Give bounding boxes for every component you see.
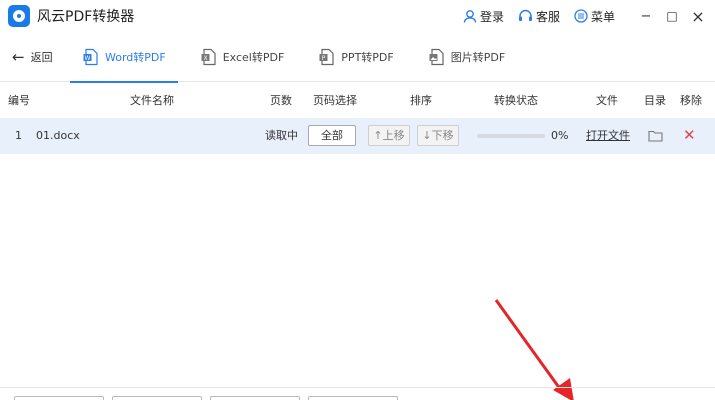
menu-label: 菜单	[590, 9, 615, 24]
back-arrow-icon: ←	[12, 47, 25, 66]
header-page-select: 页码选择	[313, 94, 357, 107]
login-label: 登录	[479, 9, 504, 24]
bottom-button[interactable]	[14, 396, 104, 400]
page-select-all-button[interactable]: 全部	[308, 125, 356, 146]
open-file-link[interactable]: 打开文件	[586, 118, 630, 154]
bottom-button[interactable]	[112, 396, 202, 400]
support-button[interactable]: 客服	[518, 8, 560, 25]
svg-text:P: P	[322, 54, 326, 61]
excel-file-icon: X	[201, 48, 216, 65]
tab-label: Excel转PDF	[222, 50, 285, 64]
close-button[interactable]: ×	[685, 0, 711, 32]
header-order: 排序	[410, 94, 432, 107]
svg-text:W: W	[85, 54, 91, 61]
minimize-button[interactable]: −	[633, 0, 659, 32]
tab-excel-to-pdf[interactable]: X Excel转PDF	[188, 32, 297, 82]
header-status: 转换状态	[494, 94, 538, 107]
word-file-icon: W	[83, 48, 98, 65]
header-pages: 页数	[270, 94, 292, 107]
user-icon	[463, 10, 477, 23]
tab-word-to-pdf[interactable]: W Word转PDF	[70, 32, 178, 83]
table-header: 编号 文件名称 页数 页码选择 排序 转换状态 文件 目录 移除	[0, 87, 715, 115]
move-down-button[interactable]: ↓下移	[417, 125, 459, 146]
move-up-button[interactable]: ↑上移	[368, 125, 410, 146]
bottom-button[interactable]	[210, 396, 300, 400]
folder-icon[interactable]	[648, 129, 663, 142]
title-bar-actions: 登录 客服 菜单 − □ ×	[463, 0, 715, 32]
support-label: 客服	[535, 9, 560, 24]
row-filename: 01.docx	[36, 129, 80, 142]
menu-icon	[574, 9, 588, 23]
maximize-button[interactable]: □	[659, 0, 685, 32]
row-pages-status: 读取中	[265, 129, 298, 142]
bottom-button[interactable]	[308, 396, 398, 400]
image-file-icon	[429, 48, 444, 65]
row-index: 1	[15, 129, 22, 142]
app-logo	[8, 5, 30, 27]
bottom-bar	[0, 387, 715, 400]
app-title: 风云PDF转换器	[37, 9, 135, 25]
conversion-progress-bar	[477, 134, 545, 138]
headset-icon	[518, 9, 532, 21]
table-row[interactable]: 1 01.docx 读取中 全部 ↑上移 ↓下移 0% 打开文件 ✕	[0, 118, 715, 154]
svg-text:X: X	[203, 54, 207, 61]
header-file: 文件	[596, 94, 618, 107]
tab-ppt-to-pdf[interactable]: P PPT转PDF	[306, 32, 405, 82]
progress-percent: 0%	[551, 129, 569, 142]
back-label: 返回	[30, 50, 53, 64]
header-filename: 文件名称	[130, 94, 174, 107]
header-dir: 目录	[644, 94, 666, 107]
tab-label: Word转PDF	[105, 50, 166, 64]
header-remove: 移除	[680, 94, 702, 107]
tab-label: 图片转PDF	[450, 50, 506, 64]
ppt-file-icon: P	[319, 48, 334, 65]
login-button[interactable]: 登录	[463, 8, 504, 25]
title-bar: 风云PDF转换器 登录 客服 菜单 − □ ×	[0, 0, 715, 32]
conversion-toolbar: ← 返回 W Word转PDF X Excel转PDF P PPT转PDF 图片…	[0, 32, 715, 83]
back-button[interactable]: ← 返回	[12, 48, 70, 66]
remove-icon[interactable]: ✕	[683, 126, 696, 144]
header-index: 编号	[8, 94, 30, 107]
menu-button[interactable]: 菜单	[574, 8, 615, 25]
tab-label: PPT转PDF	[341, 50, 394, 64]
tab-image-to-pdf[interactable]: 图片转PDF	[416, 32, 517, 82]
